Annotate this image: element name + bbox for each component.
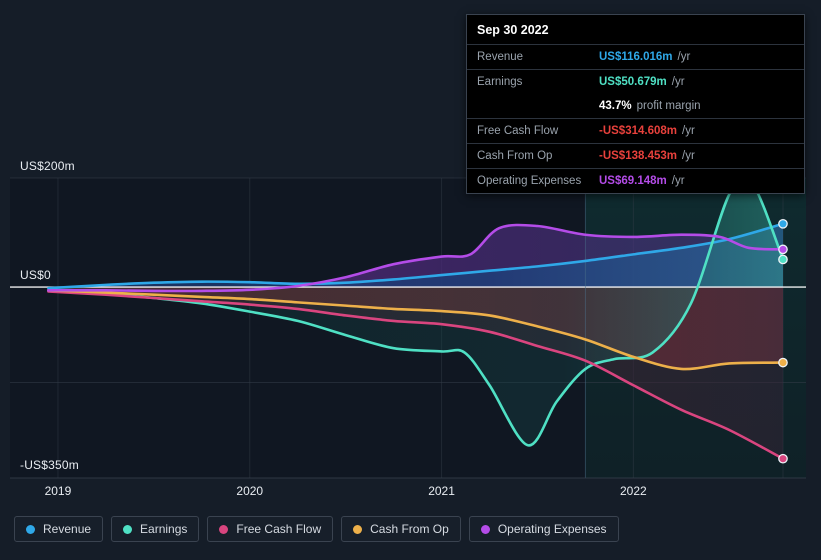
data-tooltip: Sep 30 2022 Revenue US$116.016m/yr Earning… [466,14,805,194]
tooltip-row: Free Cash Flow -US$314.608m/yr [467,118,804,143]
tooltip-row-value: 43.7% [599,100,632,112]
tooltip-row-value: US$69.148m [599,175,667,187]
legend-item-label: Cash From Op [370,522,449,536]
tooltip-row-unit: /yr [682,150,695,162]
legend-color-dot-icon [219,524,229,534]
tooltip-row-unit: profit margin [636,100,701,112]
legend-item-operating-expenses[interactable]: Operating Expenses [468,516,619,542]
tooltip-row-label: Revenue [477,51,524,63]
tooltip-row-value: -US$138.453m [599,150,677,162]
y-axis-label-bottom: -US$350m [20,458,79,472]
tooltip-row-label: Cash From Op [477,150,553,162]
tooltip-date: Sep 30 2022 [477,23,549,37]
x-axis-label-2021: 2021 [428,484,455,498]
legend-color-dot-icon [26,524,35,534]
legend-color-dot-icon [480,524,490,534]
chart-legend: Revenue Earnings Free Cash Flow Cash From O… [14,516,619,542]
tooltip-row: Earnings US$50.679m/yr [467,69,804,94]
legend-item-label: Earnings [140,522,188,536]
tooltip-row-unit: /yr [671,175,685,187]
tooltip-row: Revenue US$116.016m/yr [467,44,804,69]
legend-item-cash-from-op[interactable]: Cash From Op [341,516,461,542]
tooltip-row-label: Operating Expenses [477,175,582,187]
legend-item-label: Free Cash Flow [236,522,322,536]
x-axis-label-2020: 2020 [236,484,264,498]
tooltip-row: Cash From Op -US$138.453m/yr [467,143,804,168]
legend-item-label: Operating Expenses [497,522,607,536]
tooltip-row-label: Free Cash Flow [477,125,559,137]
tooltip-row-unit: /yr [671,76,685,88]
legend-item-earnings[interactable]: Earnings [111,516,200,542]
series-endpoint-revenue[interactable] [778,218,788,229]
tooltip-row: 43.7% profit margin [467,94,804,118]
y-axis-label-zero: US$0 [20,268,51,282]
x-axis-label-2022: 2022 [620,484,647,498]
tooltip-row-unit: /yr [677,51,691,63]
legend-item-label: Revenue [43,522,92,536]
tooltip-row-unit: /yr [682,125,695,137]
tooltip-row-value: -US$314.608m [599,125,677,137]
tooltip-row-value: US$116.016m [599,51,673,63]
legend-color-dot-icon [353,524,363,534]
x-axis-label-2019: 2019 [44,484,72,498]
tooltip-row-value: US$50.679m [599,76,667,88]
series-endpoint-operating-expenses[interactable] [778,244,788,255]
series-endpoint-cash-from-op[interactable] [778,357,788,368]
series-endpoint-free-cash-flow[interactable] [778,453,788,464]
financial-performance-chart: US$200m US$0 -US$350m 2019 2020 2021 2022 S… [0,0,821,560]
tooltip-row-label: Earnings [477,76,523,88]
tooltip-rows: Revenue US$116.016m/yr Earnings US$50.679m /… [467,44,804,193]
series-endpoint-earnings[interactable] [778,254,788,265]
tooltip-row: Operating Expenses US$69.148m/yr [467,168,804,193]
y-axis-label-top: US$200m [20,159,75,173]
legend-color-dot-icon [123,524,133,534]
legend-item-free-cash-flow[interactable]: Free Cash Flow [207,516,334,542]
legend-item-revenue[interactable]: Revenue [14,516,104,542]
